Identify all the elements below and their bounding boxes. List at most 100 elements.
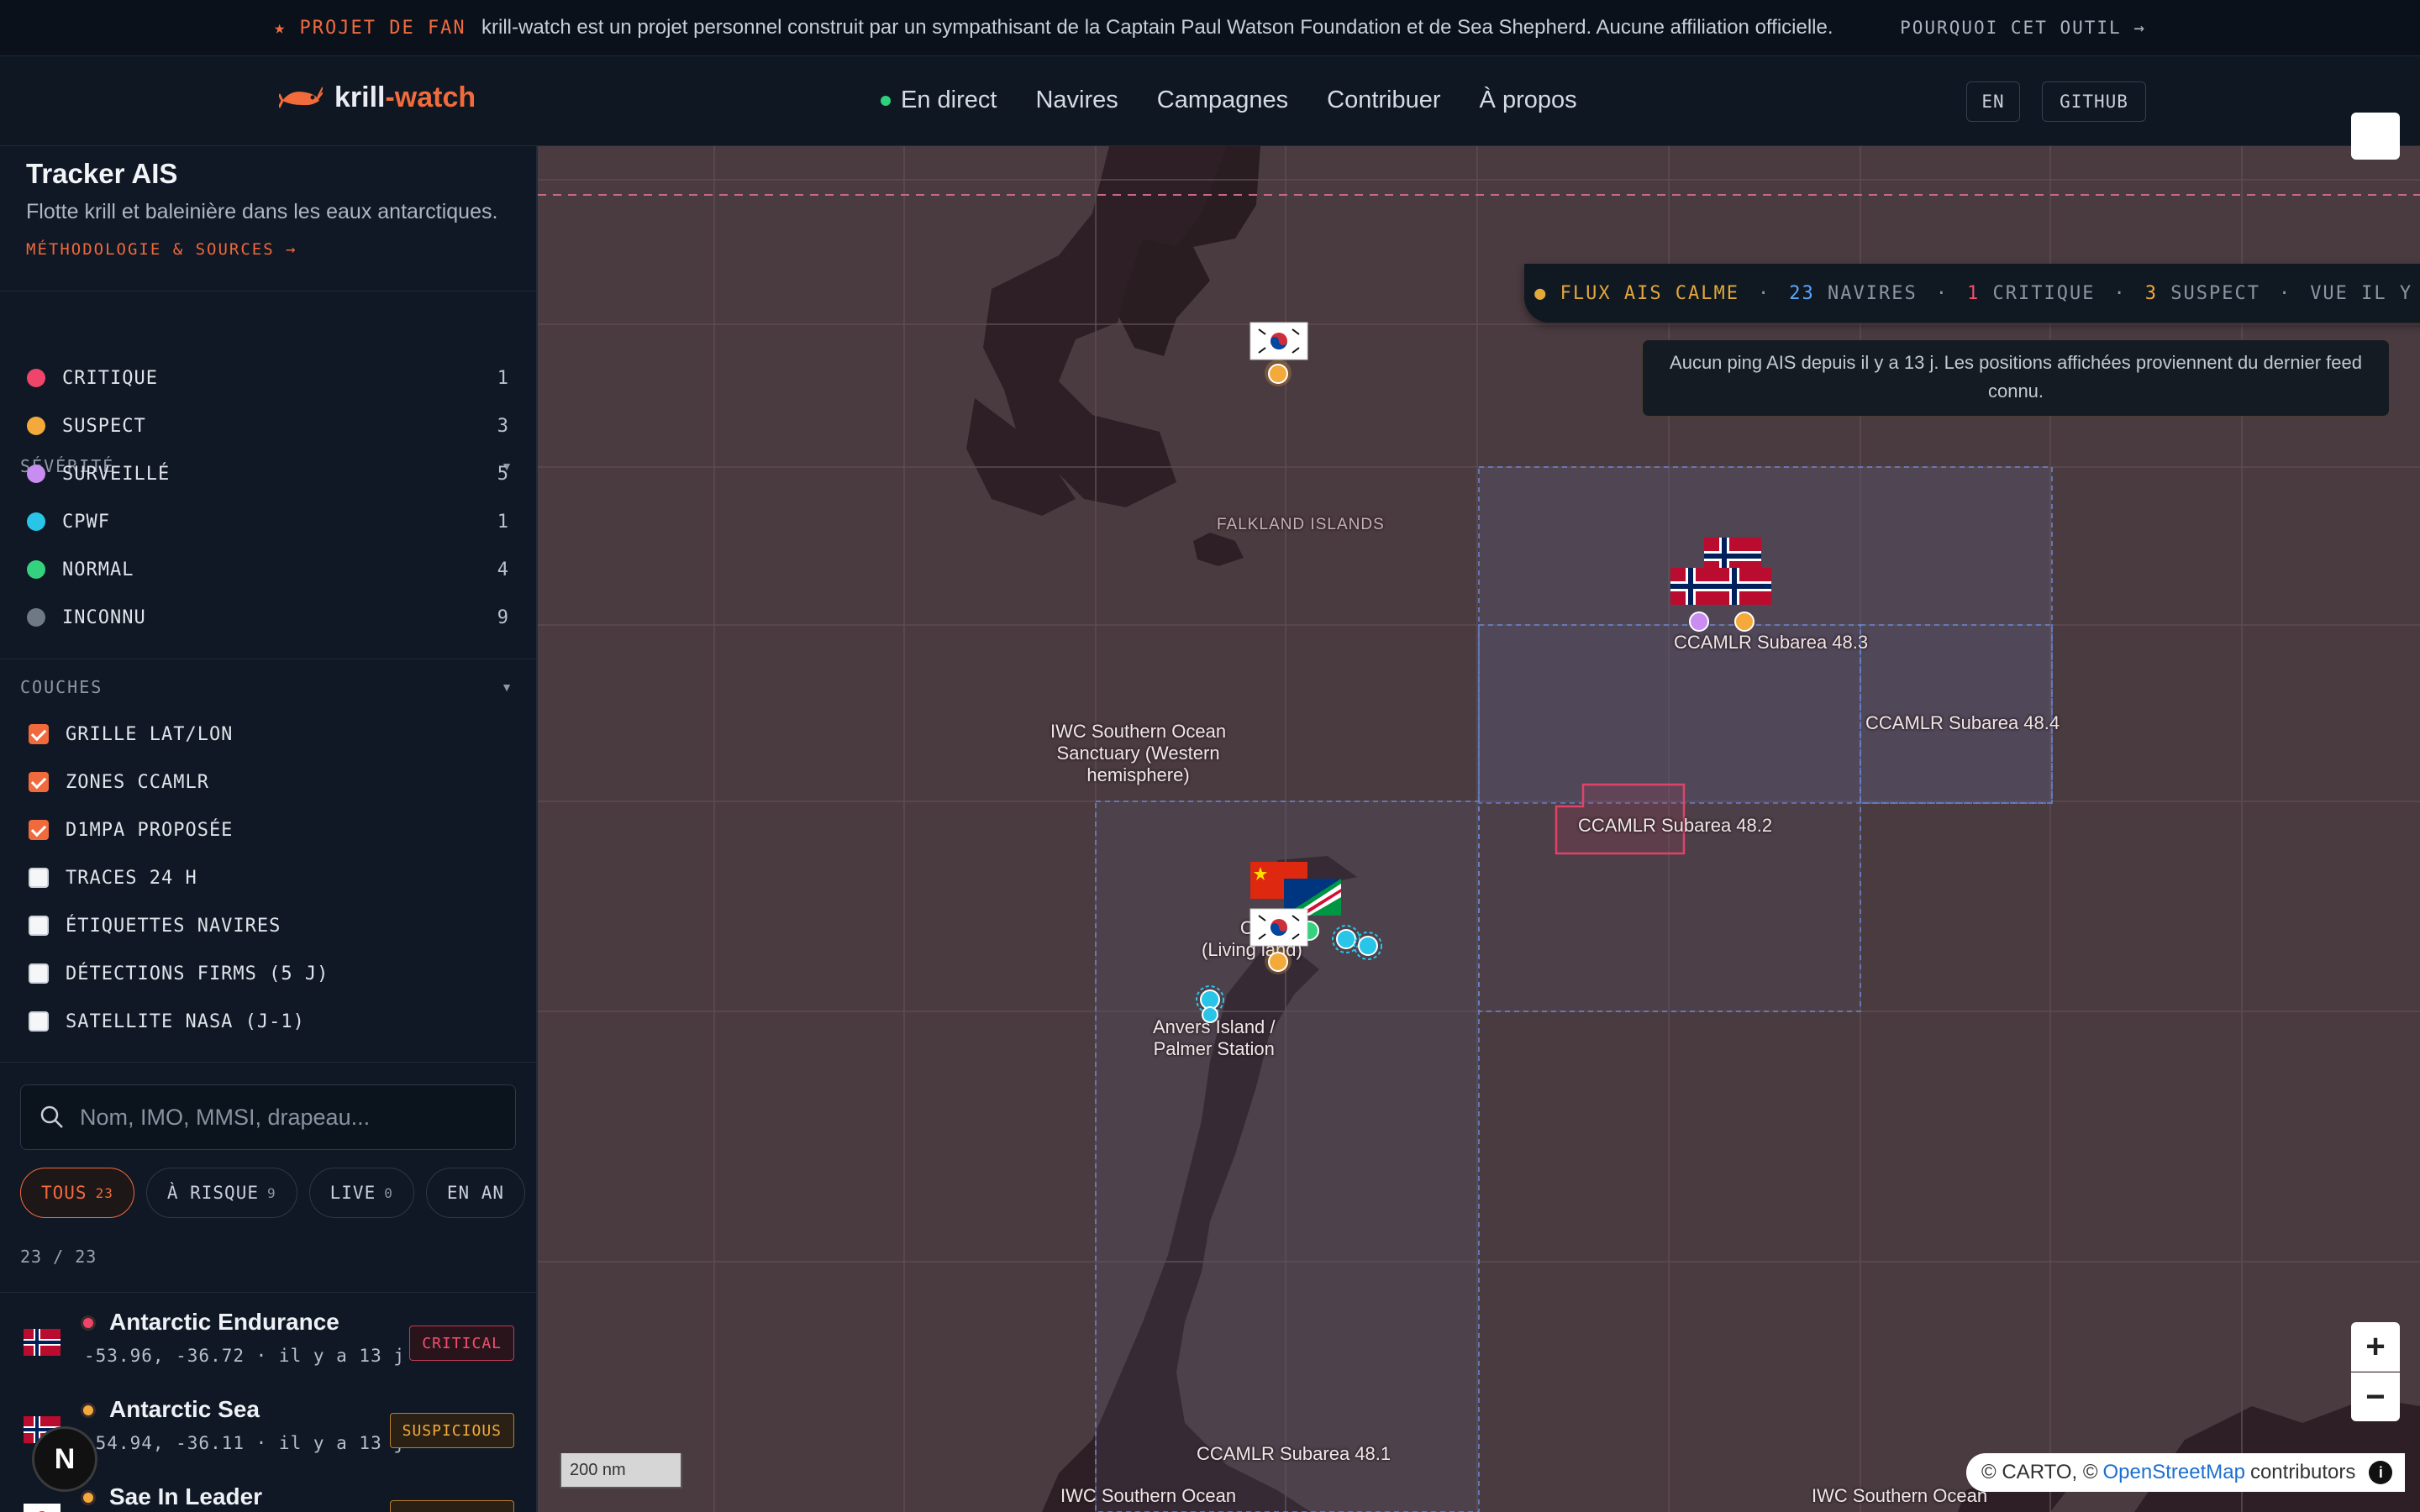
label-ccamlr-48-2: CCAMLR Subarea 48.2 xyxy=(1578,815,1773,836)
map-layer-toggle[interactable] xyxy=(2351,113,2400,160)
filter-chips: TOUS 23 À RISQUE 9 LIVE 0 EN AN xyxy=(20,1168,526,1218)
severity-row[interactable]: SURVEILLÉ 5 xyxy=(27,457,509,491)
severity-dot-icon xyxy=(27,560,45,579)
map-attribution: © CARTO, © OpenStreetMap contributors i xyxy=(1966,1453,2405,1492)
checkbox[interactable] xyxy=(29,1011,49,1032)
norway-flag-icon xyxy=(24,1329,60,1356)
feed-status: ● FLUX AIS CALME xyxy=(1534,282,1740,304)
checkbox[interactable] xyxy=(29,963,49,984)
checkbox[interactable] xyxy=(29,916,49,936)
search-placeholder: Nom, IMO, MMSI, drapeau... xyxy=(80,1104,371,1130)
main-nav-links: En direct Navires Campagnes Contribuer À… xyxy=(881,87,1577,114)
severity-dot-icon xyxy=(27,465,45,483)
nav-link-about[interactable]: À propos xyxy=(1480,87,1577,114)
severity-count: 4 xyxy=(497,559,509,580)
severity-row[interactable]: SUSPECT 3 xyxy=(27,409,509,443)
vessel-name: Antarctic Endurance xyxy=(109,1309,339,1335)
vessel-name: Antarctic Sea xyxy=(109,1396,260,1422)
label-ccamlr-48-3: CCAMLR Subarea 48.3 xyxy=(1674,632,1869,653)
divider xyxy=(0,1062,536,1063)
layer-toggle[interactable]: ÉTIQUETTES NAVIRES xyxy=(29,909,281,942)
vessel-position: -54.94, -36.11 · il y a 13 j xyxy=(84,1433,406,1453)
severity-badge: CRITICAL xyxy=(409,1326,514,1361)
separator: · xyxy=(1935,282,1949,304)
layer-label: GRILLE LAT/LON xyxy=(66,723,234,745)
severity-row[interactable]: CRITIQUE 1 xyxy=(27,361,509,395)
chevron-down-icon[interactable]: ▼ xyxy=(501,680,513,694)
separator: · xyxy=(2278,282,2292,304)
nav-link-campaigns[interactable]: Campagnes xyxy=(1157,87,1288,114)
severity-row[interactable]: INCONNU 9 xyxy=(27,601,509,634)
checkbox[interactable] xyxy=(29,820,49,840)
vessel-position: -53.96, -36.72 · il y a 13 j xyxy=(84,1346,406,1366)
severity-label: SUSPECT xyxy=(62,415,146,437)
layer-toggle[interactable]: ZONES CCAMLR xyxy=(29,765,209,799)
severity-dot-icon xyxy=(81,1403,96,1418)
checkbox[interactable] xyxy=(29,868,49,888)
severity-row[interactable]: NORMAL 4 xyxy=(27,553,509,586)
severity-row[interactable]: CPWF 1 xyxy=(27,505,509,538)
severity-label: CRITIQUE xyxy=(62,367,158,389)
github-button[interactable]: GITHUB xyxy=(2042,81,2146,122)
layers-header[interactable]: COUCHES xyxy=(20,677,103,697)
divider xyxy=(0,1292,536,1294)
layer-label: D1MPA PROPOSÉE xyxy=(66,819,234,841)
chip-at-risk[interactable]: À RISQUE 9 xyxy=(145,1168,297,1218)
label-iwc-bottom-right: IWC Southern Ocean xyxy=(1812,1485,1988,1506)
info-icon[interactable]: i xyxy=(2369,1461,2393,1484)
ships-count: 23 NAVIRES xyxy=(1789,282,1918,304)
osm-link[interactable]: OpenStreetMap xyxy=(2103,1461,2245,1484)
fan-banner-message: krill-watch est un projet personnel cons… xyxy=(481,16,1833,39)
krill-shrimp-icon xyxy=(279,87,323,108)
n-floating-button[interactable]: N xyxy=(32,1426,97,1492)
ccamlr-48-1-area xyxy=(1095,801,1480,1512)
methodology-link[interactable]: MÉTHODOLOGIE & SOURCES → xyxy=(26,240,297,259)
sidebar: Tracker AIS Flotte krill et baleinière d… xyxy=(0,146,538,1512)
separator: · xyxy=(1758,282,1771,304)
live-dot-icon xyxy=(881,95,891,106)
korea-flag-icon xyxy=(24,1504,60,1512)
severity-label: NORMAL xyxy=(62,559,134,580)
layer-toggle[interactable]: DÉTECTIONS FIRMS (5 J) xyxy=(29,957,329,990)
falklands-land xyxy=(1193,533,1244,566)
chip-more[interactable]: EN AN xyxy=(425,1168,526,1218)
nav-link-live[interactable]: En direct xyxy=(881,87,997,114)
label-anvers-island: Anvers Island / Palmer Station xyxy=(1153,1016,1276,1059)
layer-label: DÉTECTIONS FIRMS (5 J) xyxy=(66,963,329,984)
layer-toggle[interactable]: GRILLE LAT/LON xyxy=(29,717,233,751)
fan-project-tag: ★ PROJET DE FAN xyxy=(274,17,466,39)
severity-badge: SUSPICIOUS xyxy=(389,1500,514,1512)
chip-live[interactable]: LIVE 0 xyxy=(308,1168,414,1218)
zoom-out-button[interactable]: − xyxy=(2351,1373,2400,1421)
layer-toggle[interactable]: SATELLITE NASA (J-1) xyxy=(29,1005,305,1038)
severity-dot-icon xyxy=(27,608,45,627)
fan-banner: ★ PROJET DE FAN krill-watch est un proje… xyxy=(0,0,2420,56)
label-falkland-islands: FALKLAND ISLANDS xyxy=(1217,516,1385,533)
nav-link-vessels[interactable]: Navires xyxy=(1035,87,1118,114)
chip-all[interactable]: TOUS 23 xyxy=(20,1168,134,1218)
checkbox[interactable] xyxy=(29,724,49,744)
severity-dot-icon xyxy=(81,1315,96,1331)
severity-badge: SUSPICIOUS xyxy=(389,1413,514,1448)
vessel-list-item[interactable]: Antarctic Endurance -53.96, -36.72 · il y… xyxy=(0,1299,536,1386)
checkbox[interactable] xyxy=(29,772,49,792)
sidebar-subtitle: Flotte krill et baleinière dans les eaux… xyxy=(26,200,498,223)
nav-link-contribute[interactable]: Contribuer xyxy=(1327,87,1440,114)
logo[interactable]: krill-watch xyxy=(279,81,476,114)
layer-toggle[interactable]: TRACES 24 H xyxy=(29,861,197,895)
logo-text: krill-watch xyxy=(334,81,476,113)
vessel-name: Sae In Leader xyxy=(109,1483,263,1509)
why-this-tool-link[interactable]: POURQUOI CET OUTIL → xyxy=(1900,18,2146,38)
label-ccamlr-48-1: CCAMLR Subarea 48.1 xyxy=(1197,1443,1392,1464)
severity-label: CPWF xyxy=(62,511,110,533)
label-cape-shirreff: Ca (Living land) xyxy=(1202,917,1302,960)
vessel-search-input[interactable]: Nom, IMO, MMSI, drapeau... xyxy=(20,1084,516,1150)
label-iwc-bottom-left: IWC Southern Ocean xyxy=(1060,1485,1237,1506)
map-scale-bar: 200 nm xyxy=(560,1453,682,1488)
top-navbar: krill-watch En direct Navires Campagnes … xyxy=(0,56,2420,146)
map[interactable]: FALKLAND ISLANDS IWC Southern Ocean Sanc… xyxy=(538,146,2420,1512)
language-button[interactable]: EN xyxy=(1966,81,2020,122)
label-ccamlr-48-4: CCAMLR Subarea 48.4 xyxy=(1865,712,2060,733)
layer-toggle[interactable]: D1MPA PROPOSÉE xyxy=(29,813,233,847)
zoom-in-button[interactable]: + xyxy=(2351,1322,2400,1372)
